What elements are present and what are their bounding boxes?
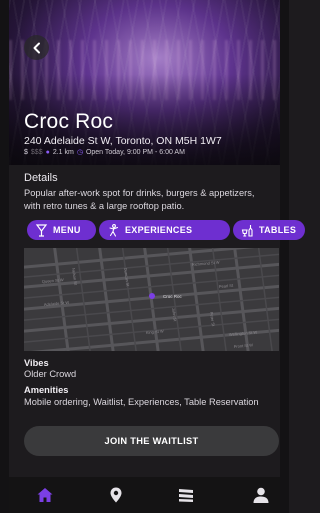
details-title: Details — [24, 172, 58, 184]
location-map[interactable]: Richmond St W Queen St W Adelaide St W P… — [24, 248, 279, 351]
menu-label: MENU — [53, 225, 81, 235]
tab-home[interactable] — [35, 485, 55, 505]
bottle-glass-icon — [241, 224, 253, 237]
menu-button[interactable]: MENU — [27, 220, 96, 240]
join-waitlist-button[interactable]: JOIN THE WAITLIST — [24, 426, 279, 456]
venue-address: 240 Adelaide St W, Toronto, ON M5H 1W7 — [24, 135, 222, 147]
tables-label: TABLES — [259, 225, 297, 235]
location-pin-icon — [110, 487, 122, 503]
frame-left — [0, 0, 9, 513]
location-dot-icon: ● — [45, 148, 50, 156]
action-chips: MENU EXPERIENCES TABLES — [27, 220, 305, 240]
map-pin-label: Croc Roc — [163, 294, 183, 299]
venue-meta: $ $$$ ● 2.1 km ◷ Open Today, 9:00 PM - 6:… — [24, 148, 185, 157]
tab-profile[interactable] — [251, 485, 271, 505]
tab-list[interactable] — [176, 485, 196, 505]
venue-name: Croc Roc — [24, 110, 114, 133]
details-description: Popular after-work spot for drinks, burg… — [24, 188, 255, 211]
bottom-tab-bar — [9, 477, 280, 513]
price-empty: $$$ — [30, 148, 43, 156]
map-pin-icon — [149, 293, 155, 299]
frame-right — [280, 0, 289, 513]
chevron-left-icon — [33, 42, 40, 53]
cocktail-icon — [35, 223, 48, 237]
back-button[interactable] — [24, 35, 49, 60]
experiences-button[interactable]: EXPERIENCES — [99, 220, 230, 240]
vibes-value: Older Crowd — [24, 369, 77, 379]
clock-icon: ◷ — [76, 149, 83, 156]
home-icon — [37, 488, 53, 502]
amenities-label: Amenities — [24, 385, 69, 395]
tab-map[interactable] — [106, 485, 126, 505]
distance: 2.1 km — [52, 148, 74, 156]
hours: Open Today, 9:00 PM - 6:00 AM — [85, 148, 185, 156]
vibes-label: Vibes — [24, 358, 49, 368]
amenities-value: Mobile ordering, Waitlist, Experiences, … — [24, 397, 259, 407]
dancer-icon — [109, 223, 119, 237]
experiences-label: EXPERIENCES — [125, 225, 193, 235]
user-icon — [253, 487, 269, 503]
list-icon — [179, 489, 193, 502]
tables-button[interactable]: TABLES — [233, 220, 305, 240]
price-filled: $ — [24, 148, 28, 156]
